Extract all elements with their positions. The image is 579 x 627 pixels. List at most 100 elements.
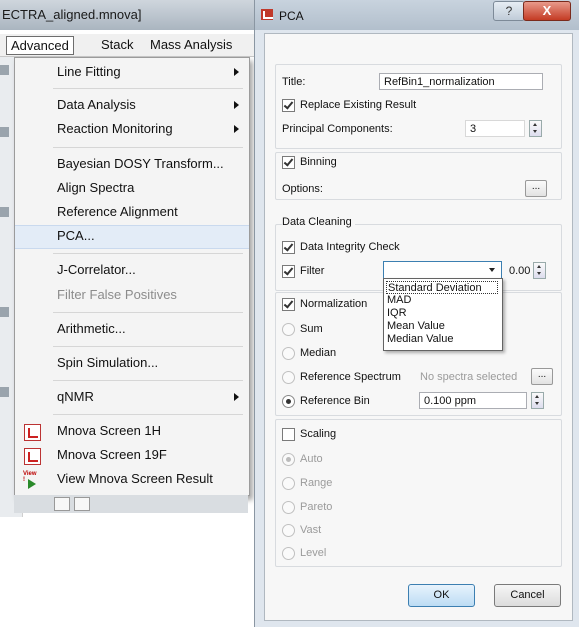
norm-reference-bin-label: Reference Bin xyxy=(300,395,370,407)
binning-label: Binning xyxy=(300,156,337,168)
filter-option-standard-deviation[interactable]: Standard Deviation xyxy=(386,281,498,294)
menu-stack[interactable]: Stack xyxy=(97,36,138,53)
scaling-label: Scaling xyxy=(300,428,337,440)
scaling-level-label: Level xyxy=(300,547,327,559)
data-cleaning-label: Data Cleaning xyxy=(282,216,355,228)
scaling-pareto-radio[interactable] xyxy=(282,501,295,514)
ruler-mark xyxy=(0,207,9,217)
binning-options-button[interactable]: ... xyxy=(525,180,547,197)
menu-item-qnmr[interactable]: qNMR xyxy=(15,387,249,409)
menu-item-align-spectra[interactable]: Align Spectra xyxy=(15,178,249,200)
menu-advanced[interactable]: Advanced xyxy=(6,36,74,55)
data-integrity-checkbox[interactable] xyxy=(282,241,295,254)
menu-item-reaction-monitoring[interactable]: Reaction Monitoring xyxy=(15,119,249,141)
filter-option-mad[interactable]: MAD xyxy=(386,294,499,307)
filter-option-median-value[interactable]: Median Value xyxy=(386,333,499,346)
toolbar-button[interactable] xyxy=(54,497,70,511)
menu-item-bayesian-dosy[interactable]: Bayesian DOSY Transform... xyxy=(15,154,249,176)
menu-separator xyxy=(53,380,243,381)
norm-reference-bin-radio[interactable] xyxy=(282,395,295,408)
ruler-mark xyxy=(0,65,9,75)
filter-checkbox[interactable] xyxy=(282,265,295,278)
normalization-label: Normalization xyxy=(300,298,368,310)
menu-separator xyxy=(53,414,243,415)
menu-separator xyxy=(53,253,243,254)
menu-item-mnova-screen-19f[interactable]: Mnova Screen 19F xyxy=(15,445,249,467)
title-label: Title: xyxy=(282,76,306,88)
principal-components-input[interactable]: 3 xyxy=(465,120,525,137)
normalization-checkbox[interactable] xyxy=(282,298,295,311)
app-bottom-toolbar xyxy=(14,495,248,513)
scaling-pareto-label: Pareto xyxy=(300,501,333,513)
menu-item-mnova-screen-1h[interactable]: Mnova Screen 1H xyxy=(15,421,249,443)
main-window: ECTRA_aligned.mnova] Advanced Stack Mass… xyxy=(0,0,256,520)
toolbar-button[interactable] xyxy=(74,497,90,511)
filter-method-dropdown-list: Standard Deviation MAD IQR Mean Value Me… xyxy=(383,278,503,351)
pca-dialog: PCA ? X Title: RefBin1_normalization Rep… xyxy=(254,0,579,627)
filter-value-spinner[interactable] xyxy=(533,262,546,279)
norm-median-radio[interactable] xyxy=(282,347,295,360)
submenu-arrow-icon xyxy=(234,393,239,401)
scaling-vast-radio[interactable] xyxy=(282,524,295,537)
principal-components-label: Principal Components: xyxy=(282,123,393,135)
menu-item-filter-false-positives[interactable]: Filter False Positives xyxy=(15,285,249,307)
submenu-arrow-icon xyxy=(234,101,239,109)
filter-value[interactable]: 0.00 xyxy=(509,265,530,277)
menu-separator xyxy=(53,312,243,313)
help-button[interactable]: ? xyxy=(493,1,525,21)
menu-item-data-analysis[interactable]: Data Analysis xyxy=(15,95,249,117)
dialog-body: Title: RefBin1_normalization Replace Exi… xyxy=(264,33,573,621)
title-input[interactable]: RefBin1_normalization xyxy=(379,73,543,90)
menu-mass-analysis[interactable]: Mass Analysis xyxy=(146,36,236,53)
filter-option-iqr[interactable]: IQR xyxy=(386,307,499,320)
ok-button[interactable]: OK xyxy=(408,584,475,607)
norm-sum-label: Sum xyxy=(300,323,323,335)
menu-item-spin-simulation[interactable]: Spin Simulation... xyxy=(15,353,249,375)
scaling-range-radio[interactable] xyxy=(282,477,295,490)
scaling-checkbox[interactable] xyxy=(282,428,295,441)
options-label: Options: xyxy=(282,183,323,195)
mnova-screen-icon xyxy=(24,448,41,465)
filter-option-mean-value[interactable]: Mean Value xyxy=(386,320,499,333)
scaling-range-label: Range xyxy=(300,477,333,489)
reference-bin-input[interactable]: 0.100 ppm xyxy=(419,392,527,409)
filter-method-combobox[interactable] xyxy=(383,261,502,279)
principal-components-spinner[interactable] xyxy=(529,120,542,137)
menu-item-line-fitting[interactable]: Line Fitting xyxy=(15,62,249,84)
advanced-dropdown-menu: Line Fitting Data Analysis Reaction Moni… xyxy=(14,57,250,496)
menu-item-reference-alignment[interactable]: Reference Alignment xyxy=(15,202,249,224)
replace-existing-checkbox[interactable] xyxy=(282,99,295,112)
menu-item-pca[interactable]: PCA... xyxy=(15,225,249,249)
scaling-auto-radio[interactable] xyxy=(282,453,295,466)
chevron-down-icon xyxy=(489,268,495,272)
menu-item-j-correlator[interactable]: J-Correlator... xyxy=(15,260,249,282)
norm-reference-spectrum-radio[interactable] xyxy=(282,371,295,384)
mnova-logo-icon xyxy=(261,9,273,20)
main-window-title: ECTRA_aligned.mnova] xyxy=(2,7,142,22)
cancel-button[interactable]: Cancel xyxy=(494,584,561,607)
menu-separator xyxy=(53,346,243,347)
norm-median-label: Median xyxy=(300,347,337,359)
menu-separator xyxy=(53,147,243,148)
submenu-arrow-icon xyxy=(234,68,239,76)
no-spectra-selected-text: No spectra selected xyxy=(420,371,518,383)
menubar: Advanced Stack Mass Analysis xyxy=(0,34,256,57)
ruler-mark xyxy=(0,387,9,397)
reference-spectrum-button[interactable]: ... xyxy=(531,368,553,385)
view-result-icon: View ! xyxy=(23,471,40,489)
norm-sum-radio[interactable] xyxy=(282,323,295,336)
filter-label: Filter xyxy=(300,265,325,277)
menu-item-arithmetic[interactable]: Arithmetic... xyxy=(15,319,249,341)
main-window-titlebar: ECTRA_aligned.mnova] xyxy=(0,0,256,30)
menu-item-view-mnova-screen-result[interactable]: View ! View Mnova Screen Result xyxy=(15,469,249,491)
submenu-arrow-icon xyxy=(234,125,239,133)
reference-bin-spinner[interactable] xyxy=(531,392,544,409)
scaling-vast-label: Vast xyxy=(300,524,322,536)
scaling-level-radio[interactable] xyxy=(282,547,295,560)
mnova-screen-icon xyxy=(24,424,41,441)
ruler-mark xyxy=(0,127,9,137)
binning-checkbox[interactable] xyxy=(282,156,295,169)
scaling-auto-label: Auto xyxy=(300,453,323,465)
close-button[interactable]: X xyxy=(523,1,571,21)
scaling-group xyxy=(275,419,562,567)
